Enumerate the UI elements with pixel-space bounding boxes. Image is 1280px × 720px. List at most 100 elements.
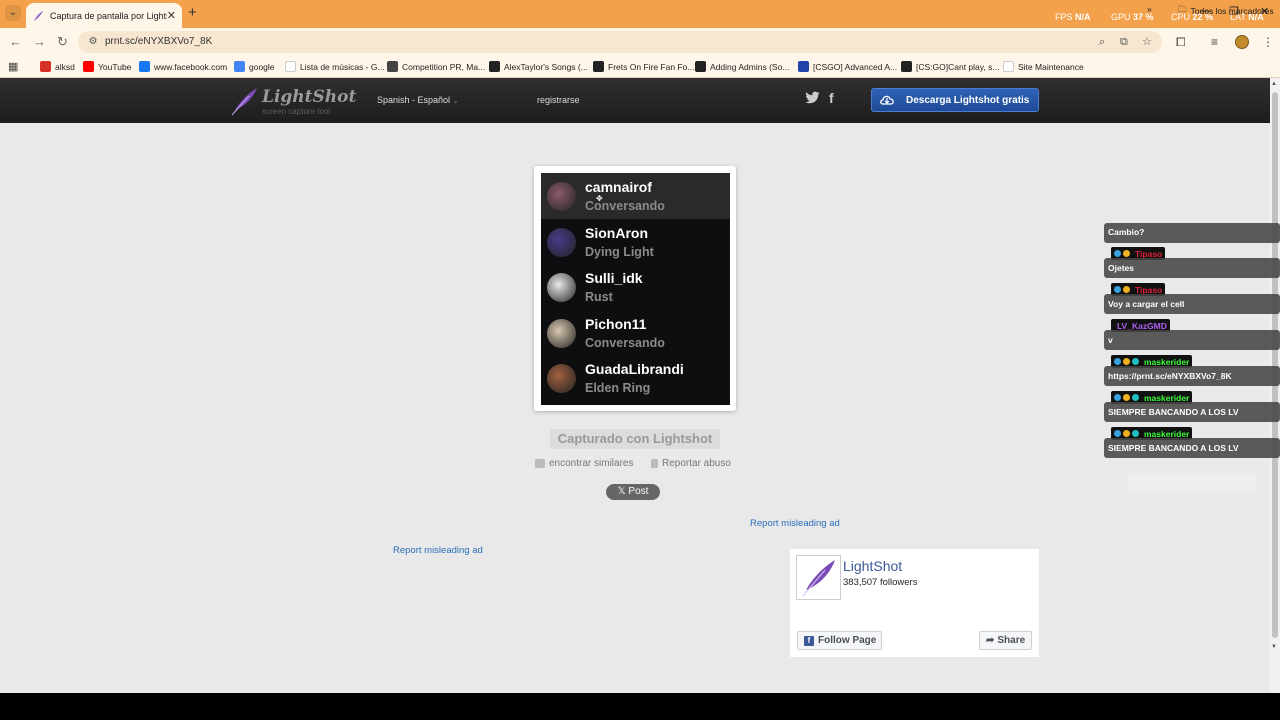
bookmark-label: [CS:GO]Cant play, s... [916,61,1000,72]
bookmark-label: Competition PR, Ma... [402,61,486,72]
chat-badge-icon [1123,358,1130,365]
reload-icon[interactable]: ↻ [57,34,68,50]
share-button[interactable]: ➦ Share [979,631,1032,650]
facebook-link-icon[interactable]: f [829,91,834,105]
chat-badge-icon [1114,430,1121,437]
extensions-icon[interactable]: ⧠ [1176,34,1186,50]
bookmark-item[interactable]: Site Maintenance [1003,61,1084,72]
chat-badge-icon [1123,430,1130,437]
bookmark-label: alksd [55,61,75,72]
follow-page-label: Follow Page [818,635,877,646]
language-select[interactable]: Spanish - Español ⌄ [377,95,458,105]
bookmark-label: Lista de músicas - G... [300,61,385,72]
download-cloud-icon [880,95,894,105]
chat-fade-message [1128,473,1256,491]
bookmarks-overflow-icon[interactable]: » [1147,4,1152,14]
bookmark-label: Site Maintenance [1018,61,1084,72]
bookmark-item[interactable]: Competition PR, Ma... [387,61,485,72]
feather-logo-icon [802,560,835,597]
bookmark-item[interactable]: Adding Admins (So... [695,61,789,72]
tab-bar: ⌄ Captura de pantalla por Lightsh ✕ + FP… [0,0,1280,28]
chat-message: Ojetes [1104,258,1280,278]
find-similar-link[interactable]: encontrar similares [535,458,633,469]
page-icon [1003,61,1014,72]
fb-page-name[interactable]: LightShot [843,558,902,574]
bookmark-item[interactable]: Lista de músicas - G... [285,61,385,72]
bookmark-item[interactable]: alksd [40,61,75,72]
chat-badge-icon [1132,358,1139,365]
friend-avatar [547,273,576,303]
chat-message: SIEMPRE BANCANDO A LOS LV [1104,402,1280,422]
bookmark-label: Adding Admins (So... [710,61,790,72]
lightshot-header [0,78,1280,123]
register-link[interactable]: registrarse [537,95,580,105]
report-abuse-link[interactable]: Reportar abuso [651,458,731,469]
tab-search-button[interactable]: ⌄ [5,5,21,21]
bookmark-item[interactable]: www.facebook.com [139,61,227,72]
forward-arrow-icon[interactable]: → [33,34,46,50]
menu-kebab-icon[interactable]: ⋮ [1262,34,1274,50]
friend-status: Elden Ring [585,381,651,396]
chat-user-label: Tipaso [1135,284,1163,295]
bookmark-star-icon[interactable]: ☆ [1142,35,1152,49]
screenshot-image[interactable]: camnairof Conversando SionAron Dying Light S… [541,173,730,405]
address-bar[interactable]: ⚙ prnt.sc/eNYXBXVo7_8K ⌕ ⧉ ☆ [78,31,1162,53]
chat-badge-icon [1114,286,1121,293]
url-text[interactable]: prnt.sc/eNYXBXVo7_8K [105,36,212,47]
web-icon [798,61,809,72]
bookmark-item[interactable]: AlexTaylor's Songs (... [489,61,588,72]
bookmark-item[interactable]: [CS:GO]Cant play, s... [901,61,999,72]
profile-avatar[interactable] [1235,35,1249,49]
chat-badge-icon [1114,250,1121,257]
bookmark-label: YouTube [98,61,132,72]
lightshot-page-logo[interactable] [796,555,841,600]
friend-avatar [547,182,576,211]
friend-avatar [547,227,576,257]
new-tab-button[interactable]: + [188,5,197,21]
follow-page-button[interactable]: f Follow Page [797,631,882,650]
find-similar-label: encontrar similares [549,458,634,469]
bookmark-label: AlexTaylor's Songs (... [504,61,588,72]
twitter-icon[interactable] [805,91,820,105]
tab-close-icon[interactable]: ✕ [167,9,176,22]
web-icon [593,61,604,72]
scroll-thumb[interactable] [1272,92,1278,638]
site-info-icon[interactable]: ⚙ [86,35,100,49]
web-icon [695,61,706,72]
bookmark-item[interactable]: [CSGO] Advanced A... [798,61,897,72]
bookmark-item[interactable]: YouTube [83,61,131,72]
page-icon [285,61,296,72]
friend-status: Conversando [585,335,665,350]
x-post-button[interactable]: 𝕏 Post [606,484,660,500]
lightshot-logo[interactable]: LightShot screen capture tool [229,86,356,118]
apps-grid-icon[interactable]: ▦ [8,60,18,73]
chat-badge-icon [1123,250,1130,257]
bookmark-item[interactable]: google [234,61,275,72]
bookmark-label: [CSGO] Advanced A... [813,61,898,72]
cursor-icon: ✥ [596,194,603,203]
install-app-icon[interactable]: ⧉ [1120,35,1128,49]
web-icon [489,61,500,72]
scroll-down-icon[interactable]: ▼ [1271,644,1277,650]
back-arrow-icon[interactable]: ← [9,34,22,50]
zoom-icon[interactable]: ⌕ [1099,35,1105,49]
tab-title: Captura de pantalla por Lightsh [50,10,167,21]
all-bookmarks-folder[interactable]: 🗀 Todos los marcadores [1178,4,1274,18]
friend-row: Sulli_idk Rust [541,264,730,310]
chat-badge-icon [1123,286,1130,293]
camera-icon [535,459,545,468]
media-controls-icon[interactable]: ≡ [1211,34,1218,50]
report-ad-link-2[interactable]: Report misleading ad [393,545,483,556]
chat-badge-icon [1123,394,1130,401]
browser-tab[interactable]: Captura de pantalla por Lightsh ✕ [26,3,182,28]
web-icon [387,61,398,72]
bookmark-item[interactable]: Frets On Fire Fan Fo... [593,61,694,72]
report-ad-link-1[interactable]: Report misleading ad [750,518,840,529]
scroll-up-icon[interactable]: ▲ [1271,81,1277,87]
chat-user-label: LV_KazGMD [1117,320,1167,331]
chat-user-label: Tipaso [1135,248,1163,259]
chat-message: Cambio? [1104,223,1280,243]
friend-name: camnairof [585,179,652,195]
download-lightshot-button[interactable]: Descarga Lightshot gratis [871,88,1039,112]
download-button-label: Descarga Lightshot gratis [906,94,1030,106]
